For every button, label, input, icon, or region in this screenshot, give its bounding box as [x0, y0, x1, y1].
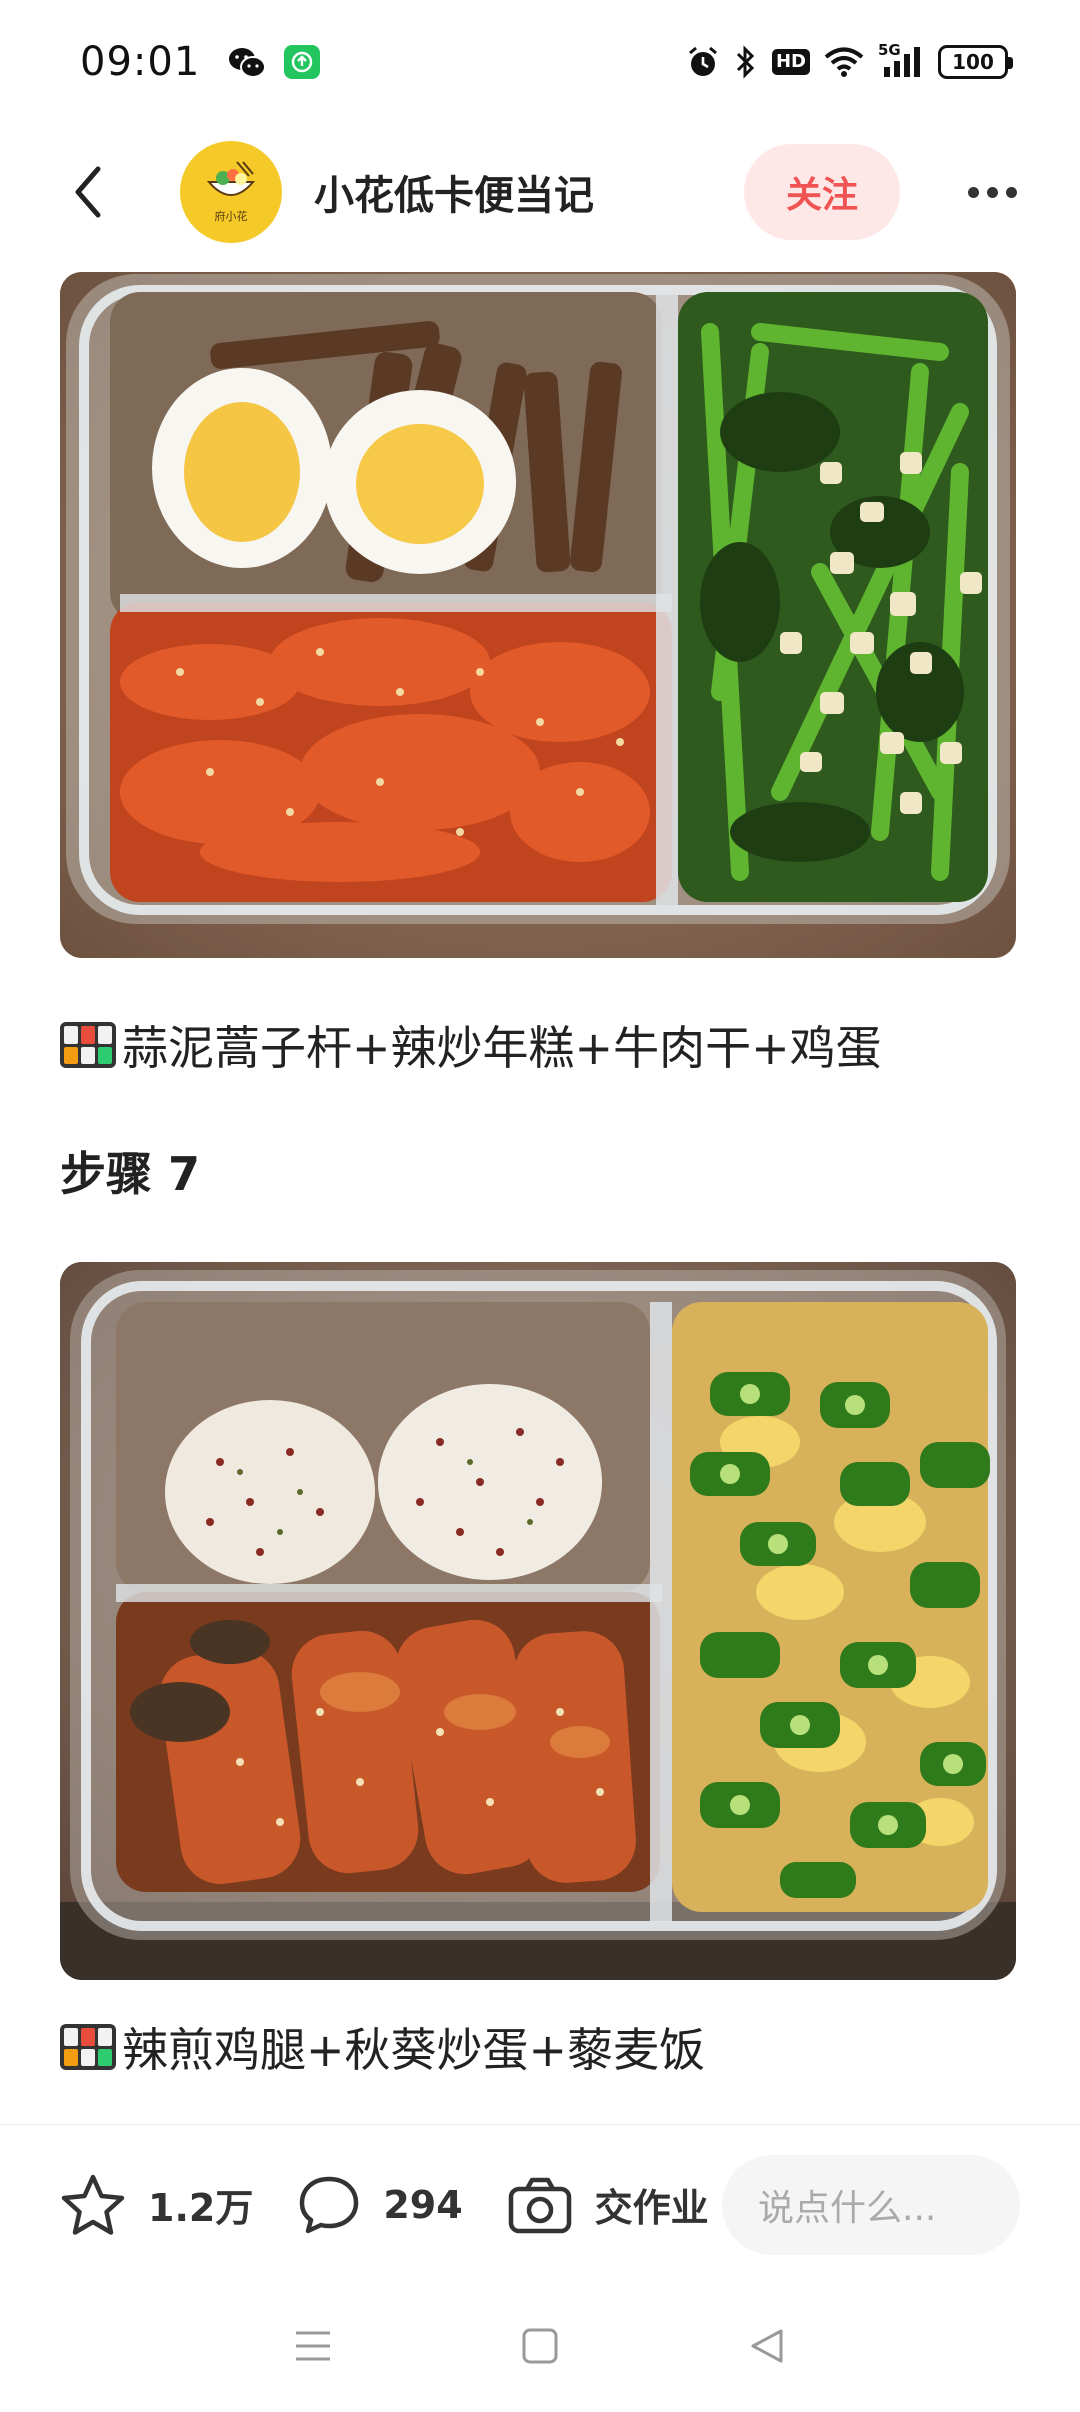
step-caption-2: 辣煎鸡腿+秋葵炒蛋+藜麦饭	[60, 2014, 705, 2080]
step-title: 步骤 7	[60, 1147, 201, 1201]
favorite-button[interactable]: 1.2万	[60, 2173, 253, 2237]
menu-icon[interactable]	[293, 2328, 333, 2368]
home-square-icon[interactable]	[520, 2326, 560, 2370]
homework-button[interactable]: 交作业	[507, 2175, 709, 2235]
status-time: 09:01	[80, 39, 201, 85]
follow-button[interactable]: 关注	[744, 144, 900, 240]
bento-box-icon	[60, 2024, 116, 2070]
camera-icon	[508, 2177, 571, 2233]
author-name[interactable]: 小花低卡便当记	[314, 163, 594, 221]
alarm-icon	[686, 45, 720, 79]
step-caption-1: 蒜泥蒿子杆+辣炒年糕+牛肉干+鸡蛋	[60, 1012, 882, 1078]
bowl-logo-icon	[206, 161, 256, 196]
bento-box-icon	[60, 1022, 116, 1068]
recipe-note-page: 09:01 HD 5G 100 府小花 小花低卡便当记 关注 蒜泥蒿子杆+辣炒年…	[0, 0, 1080, 2412]
caption-text-1: 蒜泥蒿子杆+辣炒年糕+牛肉干+鸡蛋	[122, 1021, 882, 1075]
favorite-count: 1.2万	[148, 2186, 254, 2230]
more-options-icon[interactable]	[952, 162, 1032, 222]
bento-photo-2[interactable]	[60, 1262, 1016, 1980]
back-button[interactable]	[60, 160, 116, 224]
star-icon	[61, 2174, 125, 2235]
status-bar: 09:01 HD 5G 100	[0, 0, 1080, 124]
caption-text-2: 辣煎鸡腿+秋葵炒蛋+藜麦饭	[122, 2023, 706, 2077]
back-triangle-icon[interactable]	[747, 2326, 787, 2370]
avatar-text: 府小花	[214, 210, 248, 223]
chevron-left-icon	[75, 166, 101, 218]
homework-label: 交作业	[594, 2186, 709, 2230]
wechat-icon	[228, 46, 267, 78]
system-nav-bar	[0, 2284, 1080, 2412]
bento-photo-1[interactable]	[60, 272, 1016, 958]
bottom-action-bar: 1.2万 294 交作业 说点什么...	[0, 2124, 1080, 2284]
network-type: 5G	[878, 41, 901, 59]
wifi-icon	[824, 46, 864, 78]
cellular-signal-icon: 5G	[878, 41, 924, 79]
note-header: 府小花 小花低卡便当记 关注	[0, 130, 1080, 254]
comment-count: 294	[383, 2182, 463, 2227]
comment-button[interactable]: 294	[297, 2174, 463, 2236]
comment-input[interactable]: 说点什么...	[722, 2154, 1020, 2255]
hd-badge: HD	[771, 49, 810, 75]
bluetooth-icon	[734, 45, 758, 79]
battery-indicator: 100	[938, 45, 1013, 79]
comment-bubble-icon	[300, 2176, 359, 2233]
author-avatar[interactable]: 府小花	[180, 141, 282, 243]
app-notification-icon	[284, 45, 321, 79]
